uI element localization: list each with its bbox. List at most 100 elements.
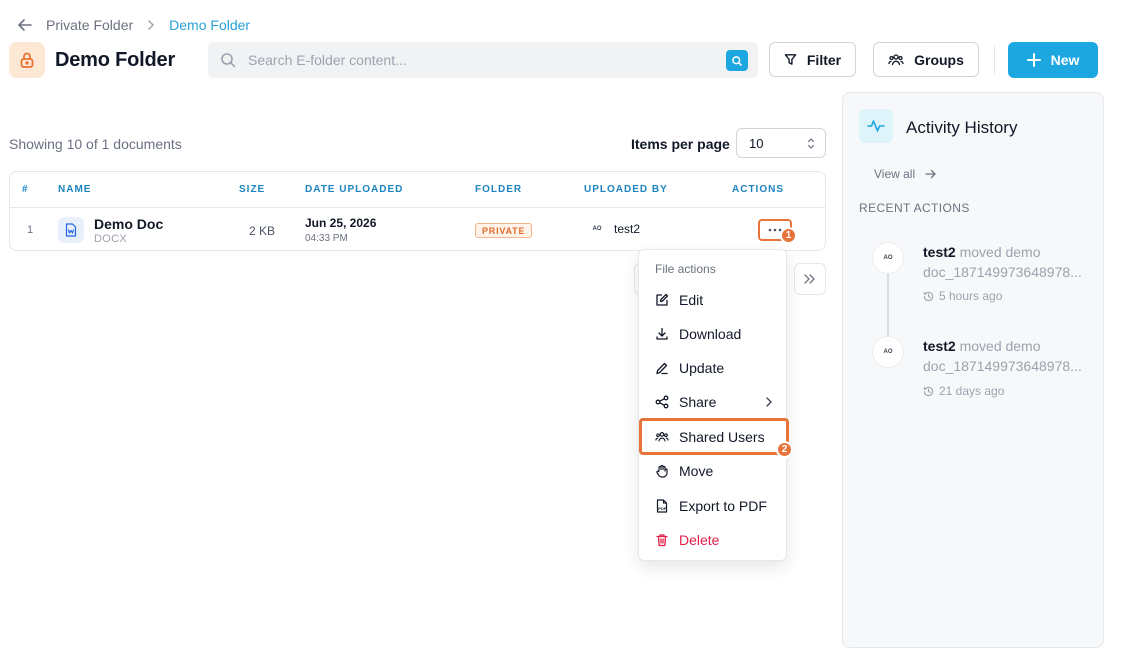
items-per-page-label: Items per page xyxy=(631,136,730,152)
trash-icon xyxy=(655,533,669,547)
activity-title: Activity History xyxy=(906,118,1018,137)
menu-title: File actions xyxy=(655,262,716,276)
share-icon xyxy=(655,395,669,409)
activity-action: moved demo xyxy=(959,338,1041,354)
upload-time: 04:33 PM xyxy=(305,233,348,244)
groups-label: Groups xyxy=(914,51,964,68)
sort-updown-icon xyxy=(807,137,815,150)
breadcrumb: Private Folder Demo Folder xyxy=(16,15,250,35)
file-actions-menu: File actions Edit Download Update Share … xyxy=(638,249,789,561)
svg-text:PDF: PDF xyxy=(658,506,667,511)
menu-item-shared-users[interactable]: Shared Users xyxy=(639,418,789,455)
upload-date: Jun 25, 2026 xyxy=(305,216,377,230)
menu-item-label: Edit xyxy=(679,292,704,308)
activity-text: test2 moved demo doc_187149973648978... xyxy=(923,336,1083,376)
document-size: 2 KB xyxy=(249,224,276,238)
menu-item-label: Export to PDF xyxy=(679,498,767,514)
hand-icon xyxy=(655,464,669,478)
menu-item-label: Share xyxy=(679,394,717,410)
pencil-icon xyxy=(655,361,669,375)
col-index: # xyxy=(22,184,29,195)
col-size[interactable]: SIZE xyxy=(239,184,265,195)
document-name[interactable]: Demo Doc xyxy=(94,216,163,232)
edit-icon xyxy=(655,293,669,307)
items-per-page-select[interactable]: 10 xyxy=(736,128,826,158)
search-icon xyxy=(220,52,236,68)
document-type: DOCX xyxy=(94,233,127,245)
history-clock-icon xyxy=(923,386,934,397)
row-index: 1 xyxy=(27,224,34,236)
pdf-icon: PDF xyxy=(655,499,669,513)
col-date-uploaded[interactable]: DATE UPLOADED xyxy=(305,184,403,195)
search-submit-button[interactable] xyxy=(726,50,748,71)
menu-item-update[interactable]: Update xyxy=(639,353,786,383)
view-all-label: View all xyxy=(874,167,916,181)
last-page-button[interactable] xyxy=(794,263,826,295)
step-marker-1: 1 xyxy=(780,227,797,244)
documents-table: # NAME SIZE DATE UPLOADED FOLDER UPLOADE… xyxy=(9,171,826,251)
menu-item-download[interactable]: Download xyxy=(639,319,786,349)
users-icon xyxy=(655,430,669,444)
search-input[interactable] xyxy=(248,52,758,68)
col-folder[interactable]: FOLDER xyxy=(475,184,522,195)
view-all-link[interactable]: View all xyxy=(874,167,937,181)
history-clock-icon xyxy=(923,291,934,302)
filter-button[interactable]: Filter xyxy=(769,42,856,77)
avatar: AO xyxy=(872,242,904,274)
menu-item-share[interactable]: Share xyxy=(639,387,786,417)
step-marker-2: 2 xyxy=(776,441,793,458)
items-per-page-value: 10 xyxy=(749,135,764,151)
activity-panel: Activity History View all RECENT ACTIONS… xyxy=(842,92,1104,648)
lock-icon xyxy=(9,42,45,78)
menu-item-delete[interactable]: Delete xyxy=(639,525,786,555)
activity-action: moved demo xyxy=(959,244,1041,260)
activity-pulse-icon xyxy=(859,109,893,143)
new-button[interactable]: New xyxy=(1008,42,1098,78)
menu-item-label: Delete xyxy=(679,532,720,548)
filter-icon xyxy=(784,53,797,66)
double-chevron-right-icon xyxy=(804,274,815,284)
activity-time: 21 days ago xyxy=(923,384,1004,398)
word-doc-icon xyxy=(58,217,84,243)
activity-time: 5 hours ago xyxy=(923,289,1002,303)
breadcrumb-current[interactable]: Demo Folder xyxy=(169,17,250,33)
chevron-right-icon xyxy=(145,19,157,31)
activity-detail: doc_187149973648978... xyxy=(923,358,1082,374)
new-label: New xyxy=(1050,52,1080,68)
recent-actions-heading: RECENT ACTIONS xyxy=(859,201,970,215)
plus-icon xyxy=(1026,53,1041,67)
menu-item-export-pdf[interactable]: PDF Export to PDF xyxy=(639,491,786,521)
menu-item-label: Update xyxy=(679,360,725,376)
menu-item-label: Download xyxy=(679,326,742,342)
col-actions: ACTIONS xyxy=(732,184,784,195)
chevron-right-icon xyxy=(764,396,774,408)
activity-detail: doc_187149973648978... xyxy=(923,264,1082,280)
menu-item-edit[interactable]: Edit xyxy=(639,285,786,315)
users-icon xyxy=(888,53,904,67)
uploaded-by-name: test2 xyxy=(614,222,641,236)
table-header: # NAME SIZE DATE UPLOADED FOLDER UPLOADE… xyxy=(10,172,825,208)
activity-time-text: 21 days ago xyxy=(939,384,1005,398)
activity-user: test2 xyxy=(923,338,956,354)
download-icon xyxy=(655,327,669,341)
showing-count: Showing 10 of 1 documents xyxy=(9,136,182,152)
activity-time-text: 5 hours ago xyxy=(939,289,1003,303)
groups-button[interactable]: Groups xyxy=(873,42,979,77)
menu-item-move[interactable]: Move xyxy=(639,456,786,486)
arrow-right-icon xyxy=(925,168,937,180)
search-bar xyxy=(208,42,758,78)
back-arrow-icon[interactable] xyxy=(16,16,34,34)
col-uploaded-by[interactable]: UPLOADED BY xyxy=(584,184,668,195)
filter-label: Filter xyxy=(806,51,842,68)
col-name[interactable]: NAME xyxy=(58,184,91,195)
avatar: AO xyxy=(592,226,602,232)
activity-text: test2 moved demo doc_187149973648978... xyxy=(923,242,1083,282)
timeline-line xyxy=(887,271,889,341)
activity-user: test2 xyxy=(923,244,956,260)
avatar: AO xyxy=(872,336,904,368)
menu-item-label: Shared Users xyxy=(679,428,765,445)
breadcrumb-parent[interactable]: Private Folder xyxy=(46,17,133,33)
menu-item-label: Move xyxy=(679,463,714,479)
page-title: Demo Folder xyxy=(55,49,176,71)
divider xyxy=(994,46,995,74)
